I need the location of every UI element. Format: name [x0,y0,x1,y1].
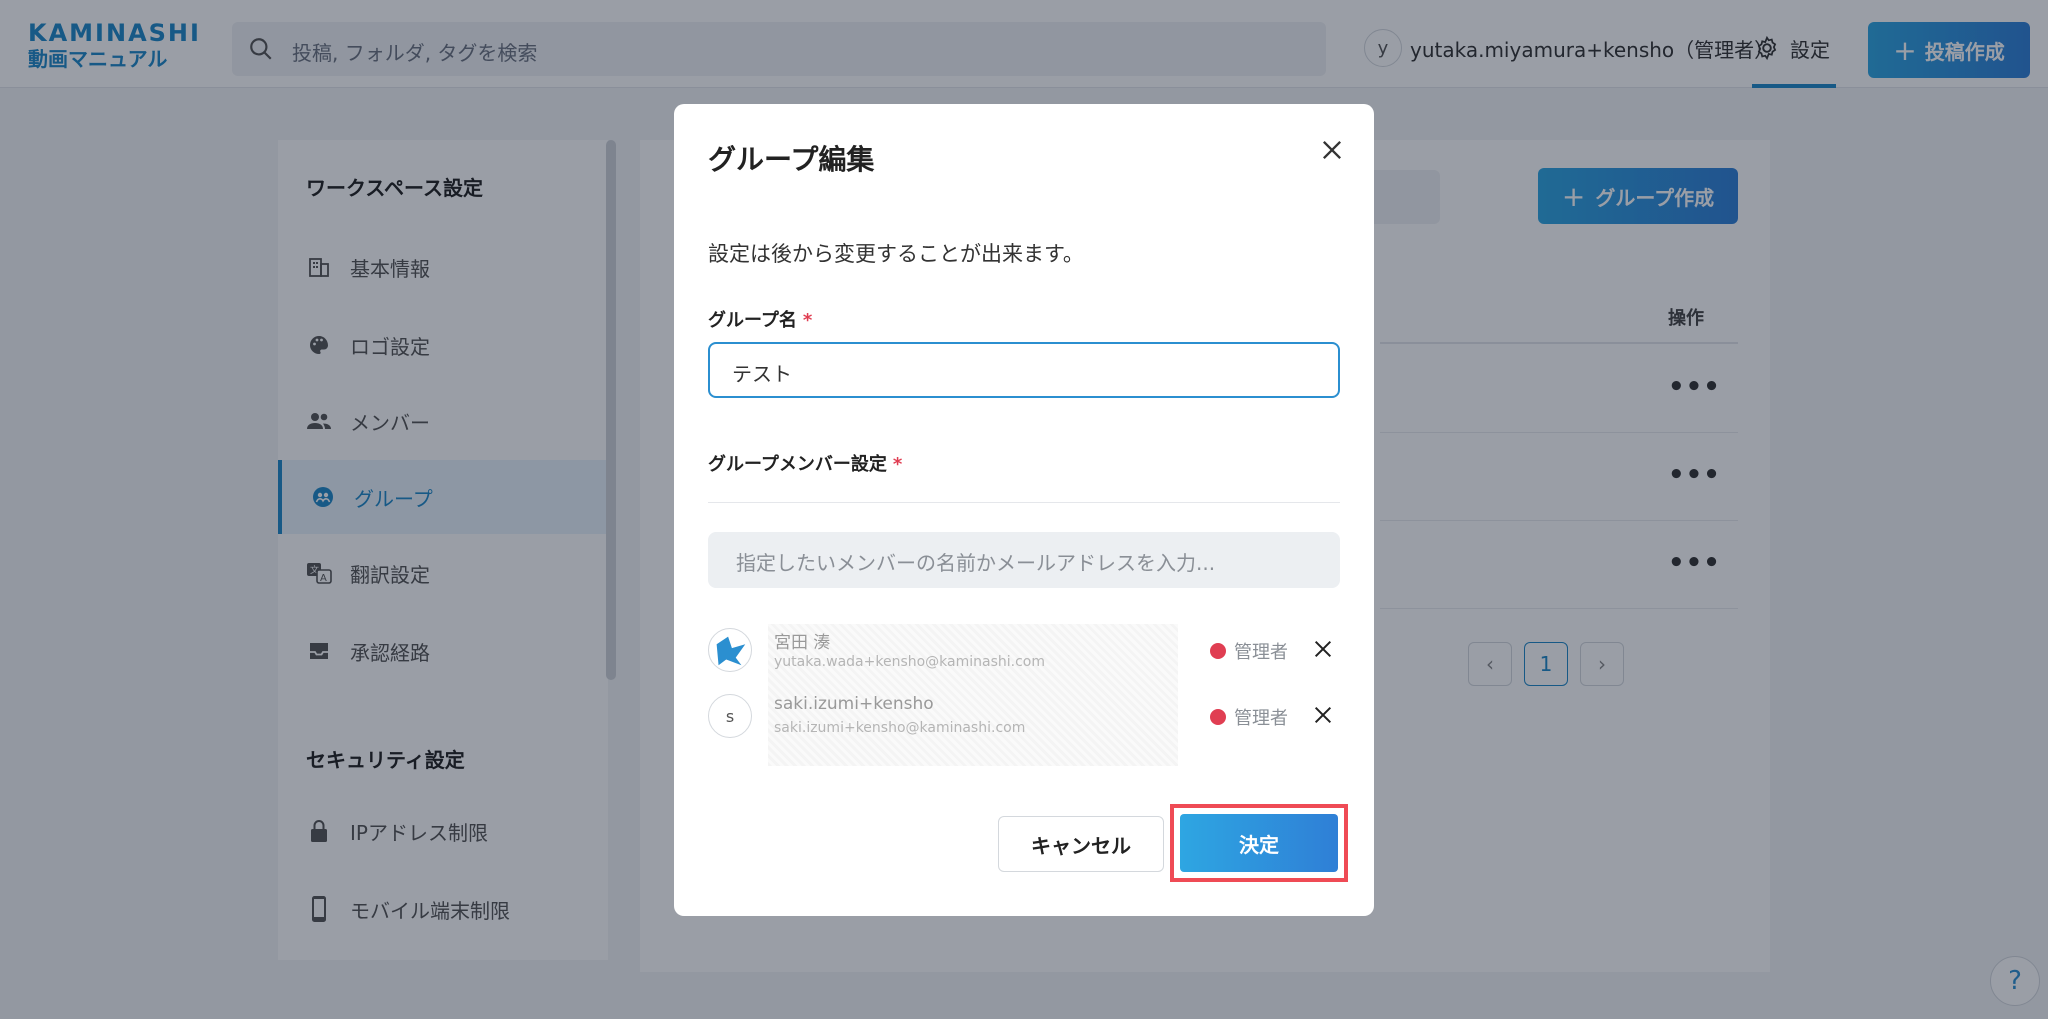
required-mark: * [802,310,813,331]
member-settings-label: グループメンバー設定 * [708,450,902,476]
close-icon[interactable] [1318,136,1346,164]
avatar: s [708,694,752,738]
member-name: 宮田 湊 [774,633,831,653]
member-search-placeholder: 指定したいメンバーの名前かメールアドレスを入力... [736,551,1216,575]
app: KAMINASHI 動画マニュアル 投稿, フォルダ, タグを検索 y yuta… [0,0,2048,1019]
member-role[interactable]: 管理者 [1234,704,1288,730]
required-mark: * [892,454,903,475]
confirm-button-highlight: 決定 [1170,804,1348,882]
member-email: saki.izumi+kensho@kaminashi.com [774,720,1026,736]
list-item: 宮田 湊 yutaka.wada+kensho@kaminashi.com 管理… [708,628,1340,692]
group-name-label: グループ名 * [708,306,812,332]
dialog-description: 設定は後から変更することが出来ます。 [708,242,1084,266]
confirm-button[interactable]: 決定 [1180,814,1338,872]
role-indicator [1210,709,1226,725]
dialog-title: グループ編集 [708,143,875,176]
member-settings-label-text: グループメンバー設定 [708,454,887,475]
avatar [708,628,752,672]
globe-avatar-icon [709,629,751,671]
member-search-input[interactable]: 指定したいメンバーの名前かメールアドレスを入力... [708,532,1340,588]
member-name: saki.izumi+kensho [774,694,934,714]
member-role[interactable]: 管理者 [1234,638,1288,664]
group-name-label-text: グループ名 [708,310,797,331]
group-name-input[interactable]: テスト [708,342,1340,398]
cancel-button[interactable]: キャンセル [998,816,1164,872]
group-name-value: テスト [732,362,792,386]
remove-member-icon[interactable] [1312,638,1334,660]
member-email: yutaka.wada+kensho@kaminashi.com [774,654,1045,670]
list-item: s saki.izumi+kensho saki.izumi+kensho@ka… [708,694,1340,758]
remove-member-icon[interactable] [1312,704,1334,726]
section-divider [708,502,1340,503]
group-edit-dialog: グループ編集 設定は後から変更することが出来ます。 グループ名 * テスト グルー… [674,104,1374,916]
role-indicator [1210,643,1226,659]
